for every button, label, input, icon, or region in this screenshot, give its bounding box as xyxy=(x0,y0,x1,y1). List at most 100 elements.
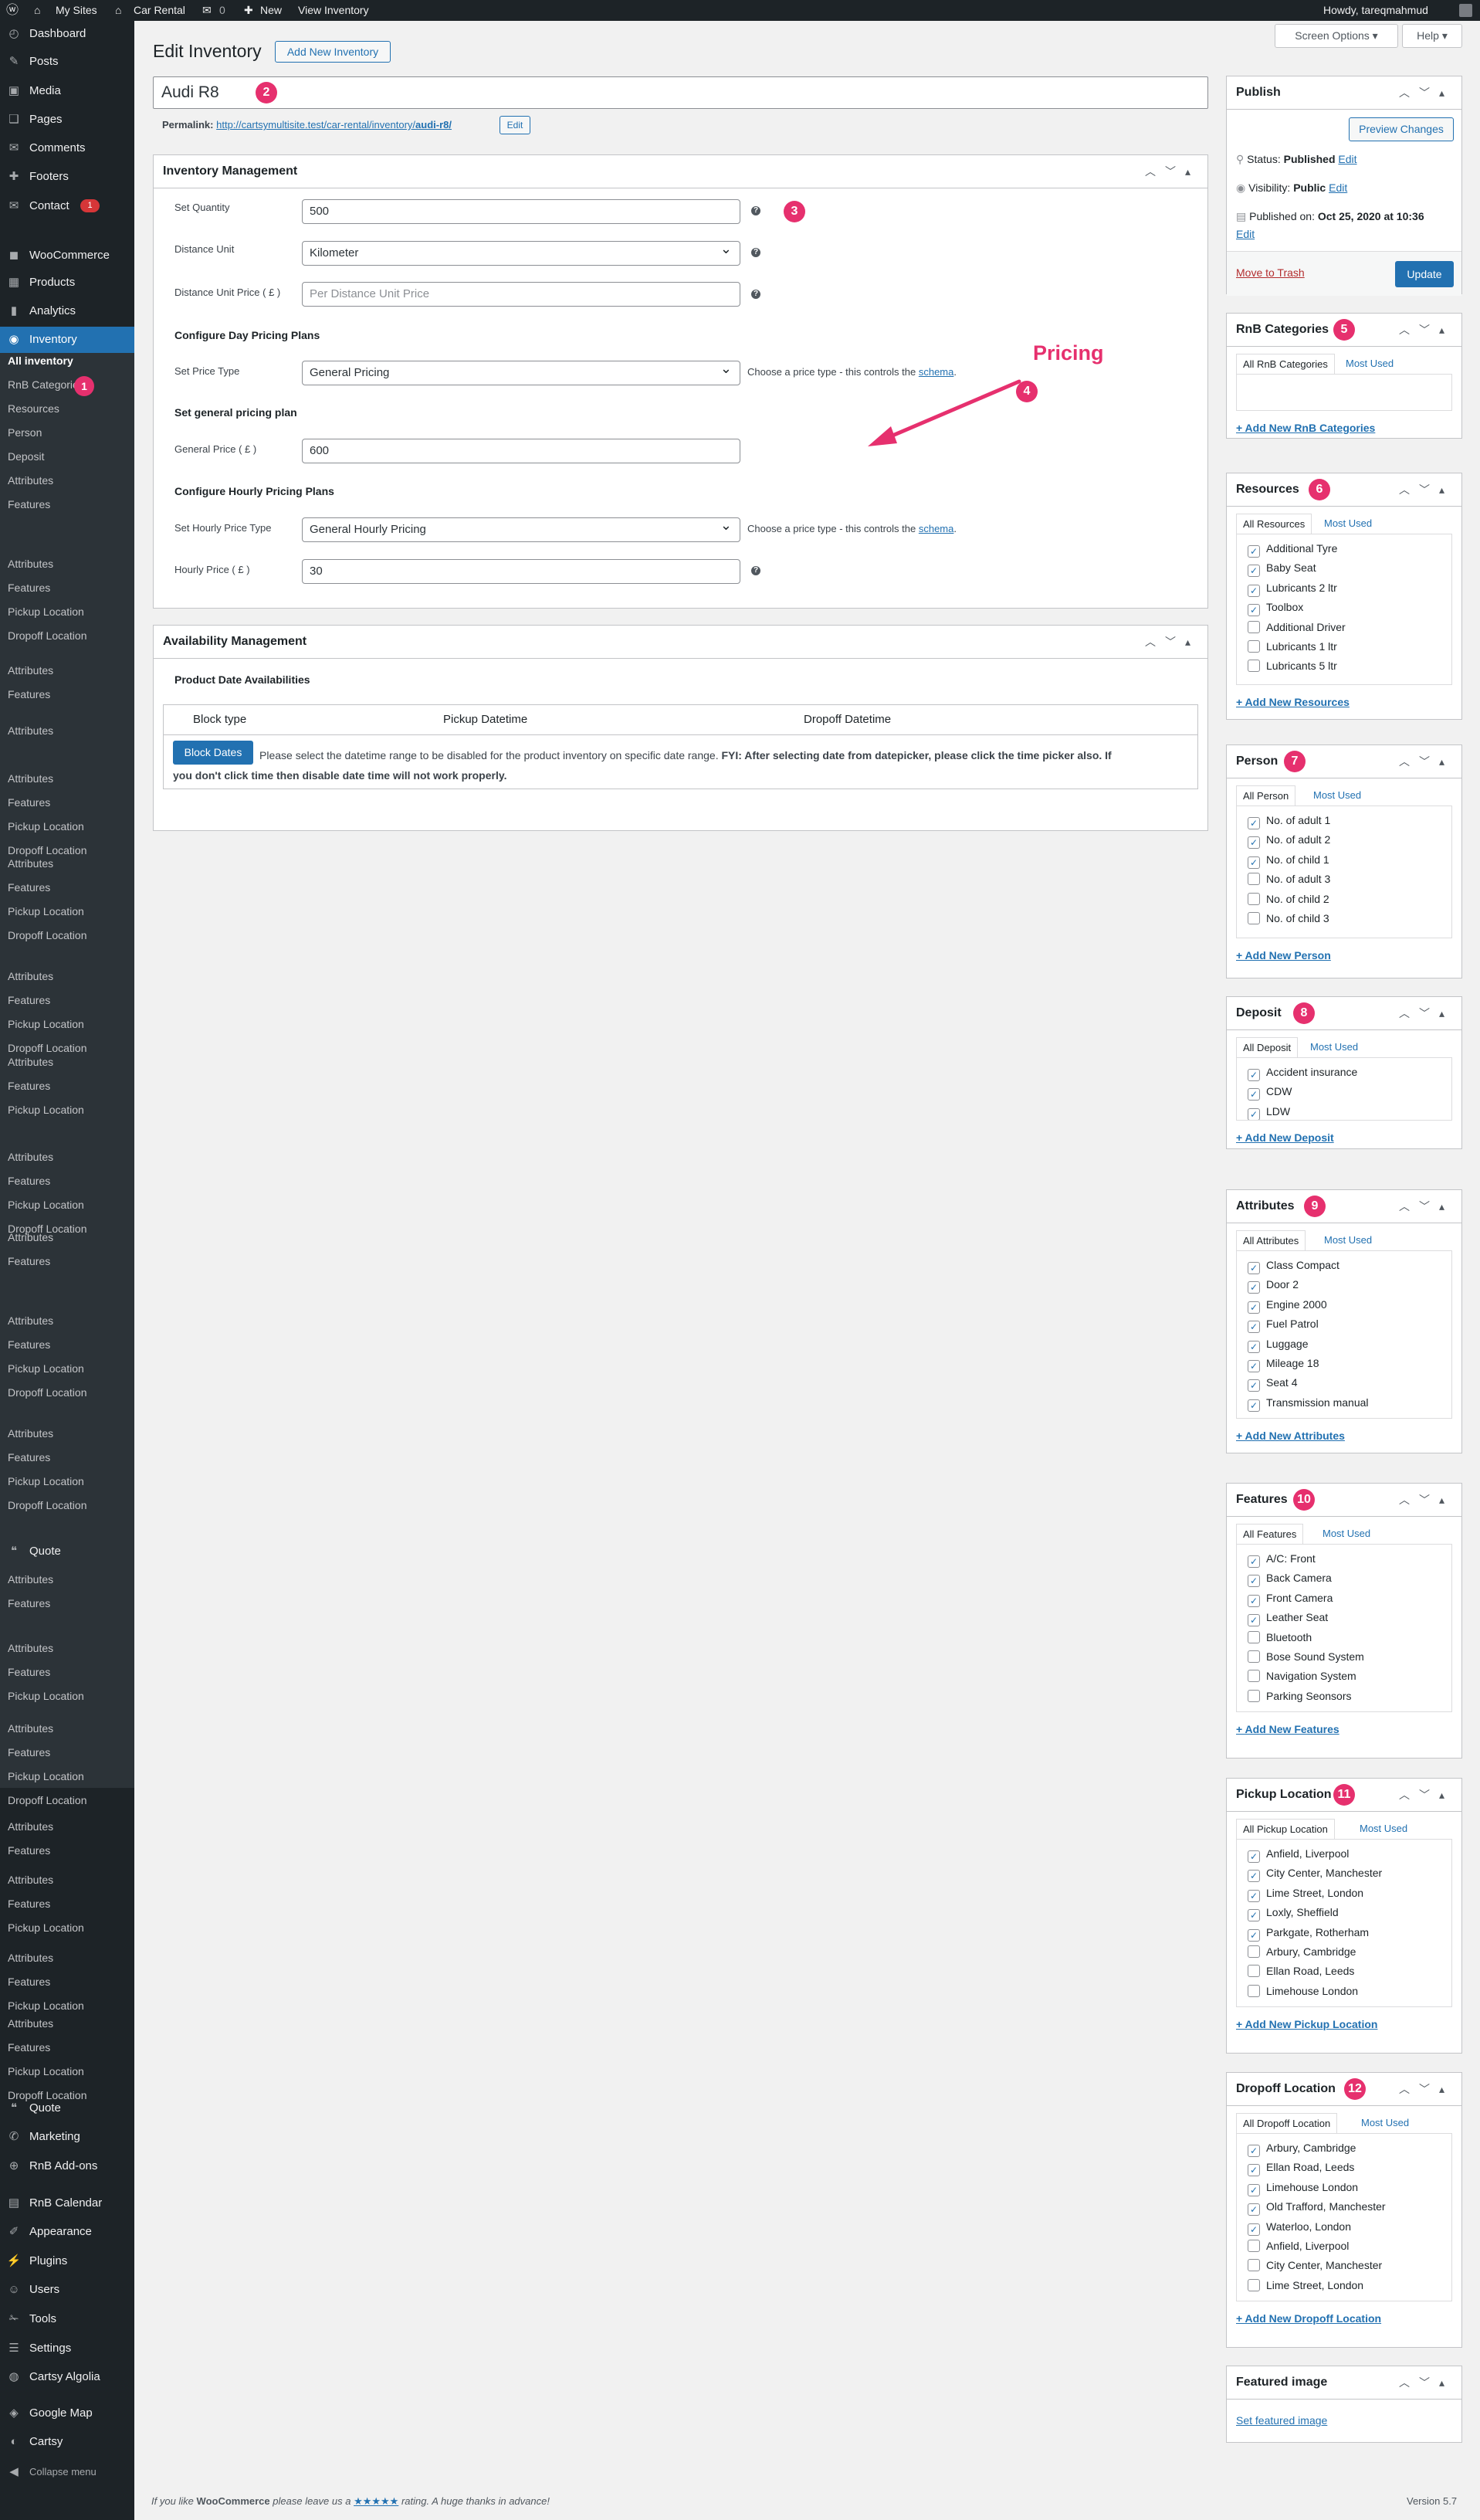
submenu-item[interactable]: RnB Categories xyxy=(8,377,84,392)
checkbox-item[interactable]: ✓ Leather Seat xyxy=(1248,1609,1328,1627)
submenu-item[interactable]: Pickup Location xyxy=(8,904,84,919)
permalink-edit-button[interactable]: Edit xyxy=(500,116,530,134)
submenu-item[interactable]: Pickup Location xyxy=(8,1769,84,1784)
help-icon[interactable]: ? xyxy=(751,290,760,299)
tab-all[interactable]: All RnB Categories xyxy=(1236,354,1335,375)
schema-link[interactable]: schema xyxy=(919,523,954,534)
submenu-item[interactable]: Attributes xyxy=(8,1054,53,1070)
checkbox-item[interactable]: ✓ Fuel Patrol xyxy=(1248,1316,1319,1334)
checked-checkbox-icon[interactable]: ✓ xyxy=(1248,1928,1260,1942)
menu-item-rnb-add-ons[interactable]: ⊕ RnB Add-ons xyxy=(0,2153,134,2179)
submenu-item[interactable]: Features xyxy=(8,1896,50,1911)
menu-item-marketing[interactable]: ✆ Marketing xyxy=(0,2124,134,2150)
menu-item-inventory[interactable]: ◉ Inventory xyxy=(0,327,134,353)
checkbox-item[interactable]: ✓ Lime Street, London xyxy=(1248,1885,1363,1902)
checked-checkbox-icon[interactable]: ✓ xyxy=(1248,565,1260,578)
general-price-input[interactable]: 600 xyxy=(302,439,740,463)
price-type-select[interactable]: General Pricing xyxy=(302,357,740,385)
submenu-item[interactable]: Person xyxy=(8,425,42,440)
checkbox-icon[interactable] xyxy=(1248,2259,1260,2272)
checkbox-item[interactable]: City Center, Manchester xyxy=(1248,2257,1382,2273)
checked-checkbox-icon[interactable]: ✓ xyxy=(1248,1555,1260,1568)
menu-item-products[interactable]: ▦ Products xyxy=(0,270,134,296)
submenu-item[interactable]: Attributes xyxy=(8,1819,53,1834)
tab-all[interactable]: All Pickup Location xyxy=(1236,1819,1335,1840)
checkbox-icon[interactable] xyxy=(1248,912,1260,924)
add-new-attributes-link[interactable]: + Add New Attributes xyxy=(1236,1430,1345,1442)
checkbox-item[interactable]: Parking Seonsors xyxy=(1248,1688,1352,1704)
box-controls[interactable]: ︿﹀▴ xyxy=(1145,155,1200,188)
checkbox-item[interactable]: ✓ Door 2 xyxy=(1248,1277,1299,1294)
status-edit-link[interactable]: Edit xyxy=(1338,153,1356,165)
avatar[interactable] xyxy=(1459,4,1472,17)
submenu-item[interactable]: Deposit xyxy=(8,449,44,464)
checkbox-item[interactable]: No. of adult 3 xyxy=(1248,871,1330,887)
tab-all[interactable]: All Dropoff Location xyxy=(1236,2113,1338,2134)
tab-most-used[interactable]: Most Used xyxy=(1304,1037,1364,1057)
checkbox-item[interactable]: ✓ Class Compact xyxy=(1248,1257,1339,1274)
tab-all[interactable]: All Deposit xyxy=(1236,1037,1299,1058)
checkbox-item[interactable]: ✓ LDW xyxy=(1248,1104,1290,1120)
submenu-item[interactable]: Pickup Location xyxy=(8,604,84,619)
menu-item-settings[interactable]: ☰ Settings xyxy=(0,2335,134,2362)
checked-checkbox-icon[interactable]: ✓ xyxy=(1248,1088,1260,1101)
submenu-item[interactable]: All inventory xyxy=(8,353,73,368)
checkbox-item[interactable]: Navigation System xyxy=(1248,1668,1356,1684)
tab-most-used[interactable]: Most Used xyxy=(1307,785,1367,806)
post-title-input[interactable]: Audi R8 xyxy=(153,76,1208,109)
checkbox-item[interactable]: Ellan Road, Leeds xyxy=(1248,1963,1354,1979)
submenu-item[interactable]: Attributes xyxy=(8,968,53,984)
published-edit-link[interactable]: Edit xyxy=(1236,228,1255,240)
submenu-item[interactable]: Dropoff Location xyxy=(8,928,86,943)
submenu-item[interactable]: Dropoff Location xyxy=(8,1040,86,1056)
checkbox-item[interactable]: ✓ Ellan Road, Leeds xyxy=(1248,2159,1354,2177)
tab-most-used[interactable]: Most Used xyxy=(1318,514,1378,534)
checkbox-item[interactable]: ✓ Arbury, Cambridge xyxy=(1248,2140,1356,2157)
submenu-item[interactable]: Features xyxy=(8,1450,50,1465)
help-button[interactable]: Help ▾ xyxy=(1402,24,1462,48)
checked-checkbox-icon[interactable]: ✓ xyxy=(1248,1594,1260,1607)
tab-most-used[interactable]: Most Used xyxy=(1316,1524,1377,1544)
submenu-item[interactable]: Dropoff Location xyxy=(8,1792,86,1808)
submenu-item[interactable]: Attributes xyxy=(8,1640,53,1656)
add-new-features-link[interactable]: + Add New Features xyxy=(1236,1723,1339,1735)
submenu-item[interactable]: Features xyxy=(8,880,50,895)
checkbox-item[interactable]: ✓ Baby Seat xyxy=(1248,560,1316,578)
submenu-item[interactable]: Features xyxy=(8,1664,50,1680)
box-controls[interactable]: ︿﹀▴ xyxy=(1399,997,1454,1029)
checked-checkbox-icon[interactable]: ✓ xyxy=(1248,1870,1260,1883)
submenu-item[interactable]: Pickup Location xyxy=(8,1688,84,1704)
checked-checkbox-icon[interactable]: ✓ xyxy=(1248,2145,1260,2157)
comments-icon[interactable]: ✉ xyxy=(202,0,212,21)
hourly-type-select[interactable]: General Hourly Pricing xyxy=(302,514,740,542)
tab-most-used[interactable]: Most Used xyxy=(1339,354,1400,374)
checkbox-item[interactable]: ✓ Toolbox xyxy=(1248,599,1303,617)
new-link[interactable]: New xyxy=(260,0,282,21)
checked-checkbox-icon[interactable]: ✓ xyxy=(1248,2223,1260,2236)
menu-item-quote[interactable]: ❝ Quote xyxy=(0,1538,134,1565)
checkbox-item[interactable]: ✓ Seat 4 xyxy=(1248,1375,1297,1392)
checked-checkbox-icon[interactable]: ✓ xyxy=(1248,1069,1260,1081)
checkbox-item[interactable]: ✓ Luggage xyxy=(1248,1336,1309,1353)
help-icon[interactable]: ? xyxy=(751,248,760,257)
checked-checkbox-icon[interactable]: ✓ xyxy=(1248,1575,1260,1588)
checkbox-item[interactable]: ✓ No. of adult 1 xyxy=(1248,812,1330,829)
menu-item-pages[interactable]: ❑ Pages xyxy=(0,107,134,133)
menu-item-appearance[interactable]: ✐ Appearance xyxy=(0,2219,134,2245)
checkbox-icon[interactable] xyxy=(1248,620,1260,633)
box-controls[interactable]: ︿﹀▴ xyxy=(1399,745,1454,778)
checked-checkbox-icon[interactable]: ✓ xyxy=(1248,1340,1260,1353)
submenu-item[interactable]: Features xyxy=(8,580,50,595)
box-controls[interactable]: ︿﹀▴ xyxy=(1399,1779,1454,1811)
checked-checkbox-icon[interactable]: ✓ xyxy=(1248,1889,1260,1902)
checked-checkbox-icon[interactable]: ✓ xyxy=(1248,1360,1260,1372)
visibility-edit-link[interactable]: Edit xyxy=(1329,181,1347,194)
checkbox-icon[interactable] xyxy=(1248,1984,1260,1997)
checkbox-item[interactable]: Lubricants 5 ltr xyxy=(1248,658,1337,673)
add-new-pickup-location-link[interactable]: + Add New Pickup Location xyxy=(1236,2018,1377,2030)
checkbox-item[interactable]: Additional Driver xyxy=(1248,619,1346,635)
checked-checkbox-icon[interactable]: ✓ xyxy=(1248,1262,1260,1274)
checkbox-icon[interactable] xyxy=(1248,640,1260,653)
checkbox-item[interactable]: ✓ CDW xyxy=(1248,1084,1292,1101)
checked-checkbox-icon[interactable]: ✓ xyxy=(1248,1909,1260,1922)
